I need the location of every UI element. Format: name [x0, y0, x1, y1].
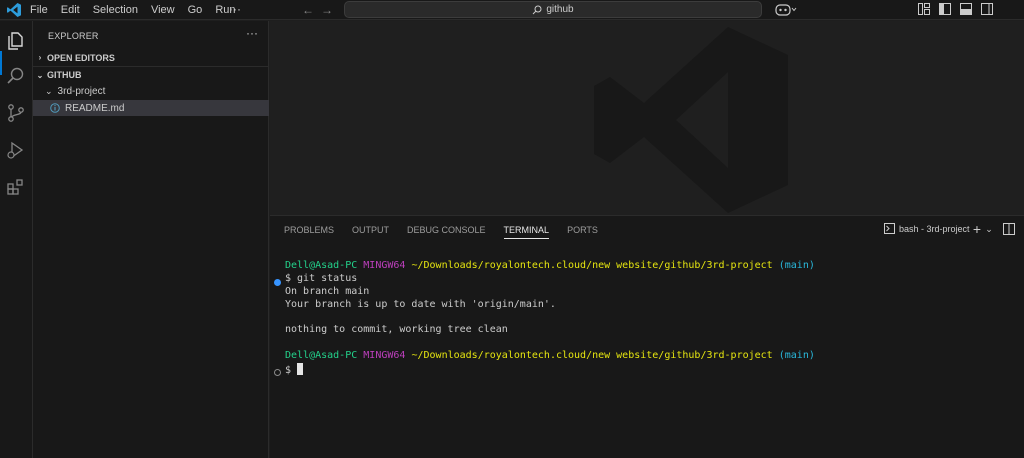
- command-center-search[interactable]: github: [344, 1, 762, 18]
- workspace-label: GITHUB: [47, 70, 82, 80]
- open-editors-label: OPEN EDITORS: [47, 52, 115, 63]
- split-terminal-icon[interactable]: [1003, 223, 1015, 235]
- terminal-icon: [884, 223, 895, 234]
- menu-more-button[interactable]: ···: [229, 0, 241, 18]
- command-pending-decoration-icon[interactable]: [274, 369, 281, 376]
- prompt-env: MINGW64: [363, 350, 406, 362]
- chevron-right-icon: ›: [38, 53, 42, 62]
- prompt-symbol: $: [285, 365, 292, 377]
- prompt-env: MINGW64: [363, 260, 406, 271]
- active-view-indicator: [0, 51, 2, 75]
- bottom-panel: PROBLEMS OUTPUT DEBUG CONSOLE TERMINAL P…: [270, 215, 1024, 458]
- editor-area: [270, 21, 1024, 215]
- explorer-sidebar: EXPLORER ··· › OPEN EDITORS ⌄ GITHUB ⌄ 3…: [33, 21, 269, 458]
- forward-arrow-icon[interactable]: →: [320, 3, 334, 17]
- prompt-branch: (main): [778, 350, 815, 362]
- search-view-icon[interactable]: [6, 66, 26, 86]
- terminal-cursor: [297, 363, 304, 376]
- prompt-user: Dell@Asad-PC: [285, 350, 358, 362]
- panel-actions: + ⌄: [971, 222, 1024, 236]
- tab-output[interactable]: OUTPUT: [352, 216, 389, 244]
- chevron-down-icon[interactable]: ⌄: [983, 223, 995, 235]
- terminal-selector[interactable]: bash - 3rd-project: [884, 223, 970, 234]
- back-arrow-icon[interactable]: ←: [301, 3, 315, 17]
- explorer-title: EXPLORER: [48, 31, 99, 41]
- menu-file[interactable]: File: [30, 0, 48, 20]
- terminal-output-line: nothing to commit, working tree clean: [285, 324, 508, 336]
- run-debug-icon[interactable]: [6, 140, 26, 160]
- layout-controls: [918, 3, 1002, 15]
- tab-problems[interactable]: PROBLEMS: [284, 216, 334, 244]
- toggle-secondary-sidebar-icon[interactable]: [981, 3, 993, 15]
- file-label: README.md: [65, 102, 125, 114]
- activity-bar: [0, 21, 33, 458]
- tab-debug-console[interactable]: DEBUG CONSOLE: [407, 216, 486, 244]
- prompt-path: ~/Downloads/royalontech.cloud/new websit…: [411, 350, 773, 362]
- panel-tabs: PROBLEMS OUTPUT DEBUG CONSOLE TERMINAL P…: [284, 216, 616, 244]
- tab-terminal[interactable]: TERMINAL: [503, 216, 549, 244]
- source-control-icon[interactable]: [6, 103, 26, 123]
- command-center-label: github: [546, 4, 574, 15]
- workspace-section[interactable]: ⌄ GITHUB: [33, 66, 269, 83]
- explorer-more-actions-button[interactable]: ···: [246, 26, 258, 40]
- info-icon: [50, 103, 60, 113]
- chevron-down-icon: ⌄: [36, 70, 44, 80]
- terminal-input-line[interactable]: $: [285, 363, 1015, 376]
- menu-edit[interactable]: Edit: [61, 0, 80, 20]
- copilot-icon[interactable]: [775, 3, 797, 17]
- command-success-decoration-icon[interactable]: [274, 279, 281, 286]
- folder-label: 3rd-project: [57, 85, 106, 97]
- tree-folder-3rd-project[interactable]: ⌄ 3rd-project: [33, 83, 269, 99]
- chevron-down-icon: ⌄: [45, 85, 53, 96]
- menu-bar: File Edit Selection View Go Run: [30, 0, 249, 20]
- title-bar: File Edit Selection View Go Run ··· ← → …: [0, 0, 1024, 20]
- search-icon: [533, 5, 542, 14]
- terminal-command-line: $ git status: [285, 272, 358, 284]
- menu-selection[interactable]: Selection: [93, 0, 138, 20]
- prompt-branch: (main): [778, 260, 815, 271]
- open-editors-section[interactable]: › OPEN EDITORS: [33, 49, 269, 66]
- terminal-name-label: bash - 3rd-project: [899, 223, 970, 234]
- vscode-watermark-logo-icon: [594, 27, 788, 213]
- vscode-logo-icon: [7, 3, 21, 17]
- tab-ports[interactable]: PORTS: [567, 216, 598, 244]
- explorer-icon[interactable]: [6, 31, 26, 51]
- toggle-panel-icon[interactable]: [960, 3, 972, 15]
- extensions-icon[interactable]: [6, 177, 26, 197]
- toggle-sidebar-icon[interactable]: [939, 3, 951, 15]
- terminal-prompt-line: Dell@Asad-PC MINGW64 ~/Downloads/royalon…: [285, 350, 1015, 363]
- prompt-path: ~/Downloads/royalontech.cloud/new websit…: [411, 260, 773, 271]
- customize-layout-icon[interactable]: [918, 3, 930, 15]
- menu-go[interactable]: Go: [188, 0, 203, 20]
- terminal-output[interactable]: Dell@Asad-PC MINGW64 ~/Downloads/royalon…: [285, 260, 1015, 376]
- prompt-user: Dell@Asad-PC: [285, 260, 358, 271]
- new-terminal-plus-icon[interactable]: +: [971, 222, 983, 236]
- terminal-output-line: Your branch is up to date with 'origin/m…: [285, 298, 556, 310]
- tree-file-readme[interactable]: README.md: [33, 100, 269, 116]
- terminal-prompt-line: Dell@Asad-PC MINGW64 ~/Downloads/royalon…: [285, 260, 1015, 273]
- menu-view[interactable]: View: [151, 0, 175, 20]
- terminal-output-line: On branch main: [285, 285, 370, 297]
